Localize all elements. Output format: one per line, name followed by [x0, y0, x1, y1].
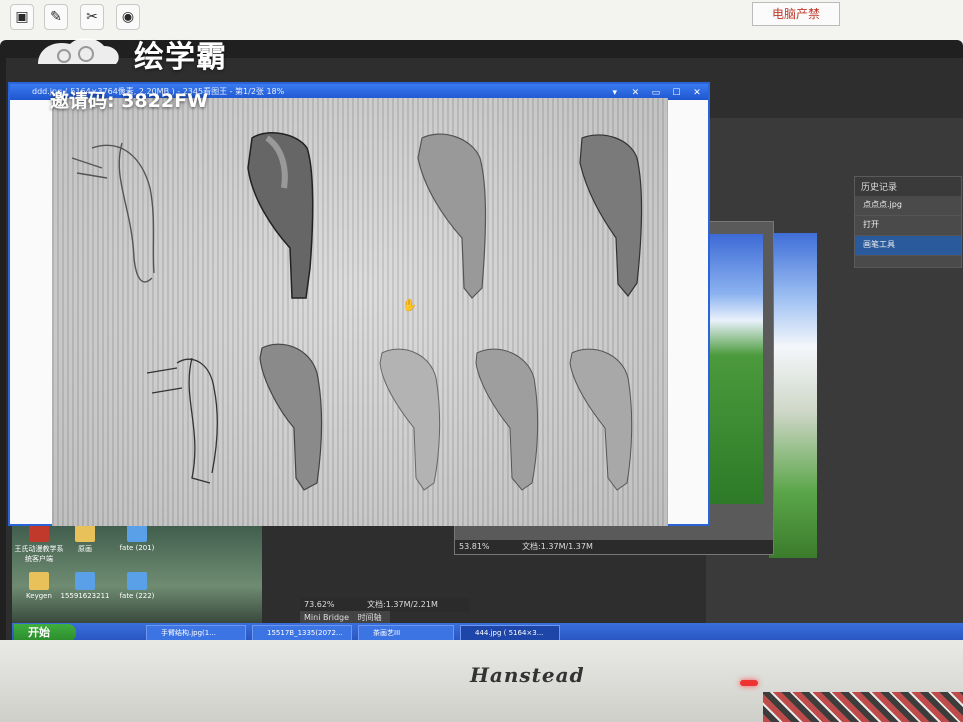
photo-scene: ▣ ✎ ✂ ◉ 电脑产禁 历史记录 点点点.jpg 打开 画笔工具 53.81%… [0, 0, 963, 722]
tab-timeline[interactable]: 时间轴 [358, 613, 382, 622]
desktop-icon-label: 王氏动漫教学系统客户端 [14, 545, 64, 563]
maximize-icon[interactable]: ☐ [669, 87, 683, 100]
desktop-area: 王氏动漫教学系统客户端 原画 fate (201) Keygen 1559162… [12, 520, 262, 630]
doc-size: 文档:1.37M/1.37M [522, 542, 593, 551]
taskbar-item[interactable]: 444.jpg ( 5164×3... [460, 625, 560, 640]
image-file-icon [75, 572, 95, 590]
sticker-icon: ✎ [44, 4, 68, 30]
history-panel-title: 历史记录 [855, 177, 961, 196]
history-item[interactable]: 画笔工具 [855, 236, 961, 256]
taskbar-item[interactable]: 15517B_1335(2072... [252, 625, 352, 640]
taskbar-item[interactable]: 手臂结构.jpg(1... [146, 625, 246, 640]
doc-status-bar: 53.81% 文档:1.37M/1.37M [455, 540, 773, 554]
app-icon [29, 524, 49, 542]
watermark-logo-icon [38, 38, 119, 64]
history-item[interactable]: 点点点.jpg [855, 196, 961, 216]
taskbar: 开始 手臂结构.jpg(1... 15517B_1335(2072... 茶画艺… [12, 623, 963, 640]
sticker-icon: ◉ [116, 4, 140, 30]
watermark-brand: 绘学霸 [134, 40, 227, 75]
doc-zoom: 53.81% [459, 542, 490, 551]
folder-icon [75, 524, 95, 542]
sticker-icon: ✂ [80, 4, 104, 30]
image-viewer-window: ddd.jpg ( 5164×3764像素, 2.20MB ) - 2345看图… [8, 82, 710, 526]
desktop-icon-label: fate (201) [119, 544, 155, 552]
desktop-icon-label: 15591623211 [60, 592, 110, 600]
history-item[interactable]: 打开 [855, 216, 961, 236]
taskbar-item[interactable]: 茶画艺III [358, 625, 454, 640]
desktop-icon[interactable]: 原画 [58, 524, 112, 554]
fabric-background [763, 692, 963, 722]
image-file-icon [127, 524, 147, 542]
arm-sketch-image: ✋ [52, 98, 668, 526]
landscape-painting [703, 234, 763, 504]
desktop-icon-label: 原画 [78, 545, 92, 553]
desktop-icon-label: fate (222) [119, 592, 155, 600]
main-zoom: 73.62% [304, 600, 335, 609]
desktop-icon[interactable]: 15591623211 [58, 572, 112, 600]
main-status-bar: 73.62% 文档:1.37M/2.21M [300, 598, 470, 612]
painting-document [769, 233, 817, 558]
hand-cursor-icon: ✋ [402, 298, 417, 312]
watermark-invite-code: 邀请码: 3822FW [50, 90, 209, 112]
window-controls: ▾ ✕ ▭ ☐ ✕ [604, 85, 704, 99]
tab-mini-bridge[interactable]: Mini Bridge [304, 613, 349, 622]
desk-label-sticker: 电脑产禁 [752, 2, 840, 26]
desktop-icon[interactable]: fate (222) [110, 572, 164, 600]
arm-drawings [71, 132, 643, 491]
main-size: 文档:1.37M/2.21M [367, 600, 438, 609]
desktop-icon-label: Keygen [26, 592, 52, 600]
close-icon[interactable]: ✕ [690, 87, 704, 100]
sticker-icon: ▣ [10, 4, 34, 30]
power-led-icon [740, 680, 758, 686]
desktop-icon[interactable]: fate (201) [110, 524, 164, 552]
image-file-icon [127, 572, 147, 590]
folder-icon [29, 572, 49, 590]
start-button[interactable]: 开始 [14, 624, 76, 640]
history-panel: 历史记录 点点点.jpg 打开 画笔工具 [854, 176, 962, 268]
monitor-brand-logo: Hanstead [470, 663, 585, 687]
